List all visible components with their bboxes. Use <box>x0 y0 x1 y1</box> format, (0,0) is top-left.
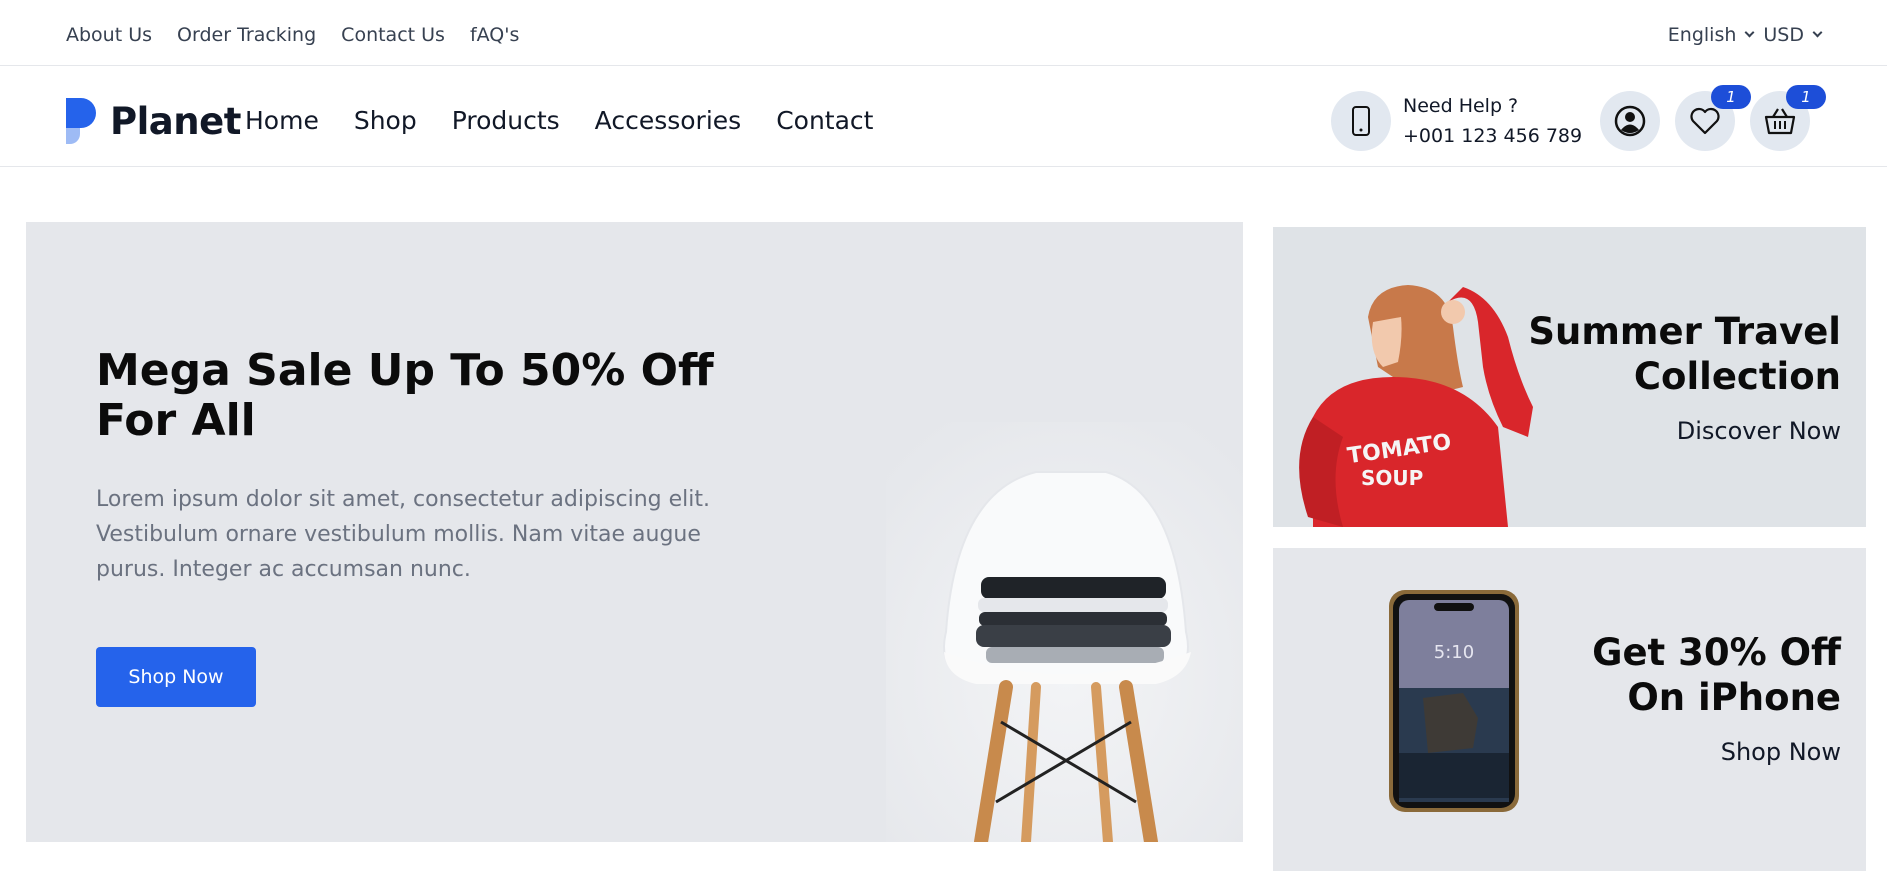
chevron-down-icon <box>1812 27 1823 38</box>
chevron-down-icon <box>1744 27 1755 38</box>
hero-description: Lorem ipsum dolor sit amet, consectetur … <box>96 487 710 582</box>
discover-now-link[interactable]: Discover Now <box>1677 417 1841 445</box>
wishlist-button[interactable]: 1 <box>1675 85 1751 151</box>
language-value: English <box>1667 24 1737 46</box>
phone-time: 5:10 <box>1434 642 1474 663</box>
hero-title: Mega Sale Up To 50% Off For All <box>96 345 714 446</box>
banner-title: Summer Travel Collection <box>1528 310 1841 398</box>
currency-value: USD <box>1763 24 1804 46</box>
help-contact: Need Help ? +001 123 456 789 <box>1331 91 1582 151</box>
language-select[interactable]: English <box>1667 24 1755 46</box>
iphone-banner[interactable]: 5:10 Get 30% Off On iPhone Shop Now <box>1273 548 1866 871</box>
header-icons: 1 1 <box>1600 85 1826 151</box>
shirt-text-2: SOUP <box>1361 466 1423 490</box>
nav-shop[interactable]: Shop <box>354 106 417 135</box>
phone-icon-wrap <box>1331 91 1391 151</box>
locale-selectors: English USD <box>1667 24 1823 46</box>
nav-contact[interactable]: Contact <box>776 106 873 135</box>
faq-link[interactable]: fAQ's <box>470 24 519 46</box>
order-tracking-link[interactable]: Order Tracking <box>177 24 316 46</box>
logo[interactable]: Planet <box>66 98 241 144</box>
banner-title: Get 30% Off On iPhone <box>1592 631 1841 719</box>
summer-travel-banner[interactable]: TOMATO SOUP Summer Travel Collection Dis… <box>1273 227 1866 527</box>
about-us-link[interactable]: About Us <box>66 24 152 46</box>
shop-now-link[interactable]: Shop Now <box>1721 738 1841 766</box>
logo-mark-icon <box>66 98 96 144</box>
heart-icon <box>1690 107 1720 135</box>
nav-accessories[interactable]: Accessories <box>595 106 742 135</box>
nav-home[interactable]: Home <box>245 106 319 135</box>
chair-image <box>886 422 1243 842</box>
top-links: About Us Order Tracking Contact Us fAQ's <box>66 24 519 46</box>
help-phone: +001 123 456 789 <box>1403 125 1583 147</box>
main-header: Planet Home Shop Products Accessories Co… <box>0 66 1887 167</box>
main-nav: Home Shop Products Accessories Contact <box>245 106 873 135</box>
wishlist-count-badge: 1 <box>1711 85 1751 109</box>
iphone-image: 5:10 <box>1313 548 1573 871</box>
contact-us-link[interactable]: Contact Us <box>341 24 445 46</box>
top-bar: About Us Order Tracking Contact Us fAQ's… <box>0 0 1887 66</box>
logo-text: Planet <box>110 99 241 143</box>
phone-icon <box>1352 106 1370 136</box>
basket-icon <box>1764 108 1796 135</box>
shop-now-button[interactable]: Shop Now <box>96 647 256 707</box>
help-texts: Need Help ? +001 123 456 789 <box>1403 91 1582 151</box>
currency-select[interactable]: USD <box>1763 24 1823 46</box>
user-icon <box>1614 105 1646 137</box>
account-button[interactable] <box>1600 91 1660 151</box>
cart-button[interactable]: 1 <box>1750 85 1826 151</box>
hero-banner: Mega Sale Up To 50% Off For All Lorem ip… <box>26 222 1243 842</box>
cart-count-badge: 1 <box>1786 85 1826 109</box>
nav-products[interactable]: Products <box>452 106 560 135</box>
help-title: Need Help ? <box>1403 95 1519 117</box>
